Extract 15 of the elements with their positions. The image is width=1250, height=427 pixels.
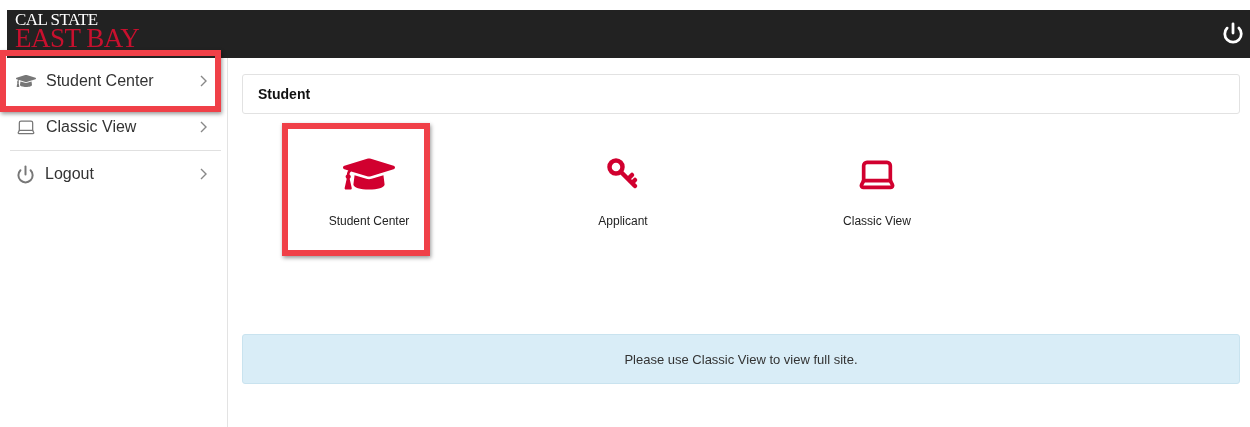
app-tile[interactable]: Student Center bbox=[242, 120, 496, 248]
app-tile[interactable]: Applicant bbox=[496, 120, 750, 248]
sidebar-item[interactable]: Logout bbox=[10, 151, 221, 197]
section-header: Student bbox=[242, 74, 1240, 114]
power-icon bbox=[16, 164, 35, 184]
chevron-icon bbox=[200, 121, 207, 133]
sidebar-item[interactable]: Student Center bbox=[10, 58, 221, 104]
logout-button[interactable] bbox=[1222, 22, 1244, 44]
key-icon bbox=[606, 157, 640, 191]
info-notice: Please use Classic View to view full site. bbox=[242, 334, 1240, 384]
power-icon bbox=[1222, 22, 1244, 44]
app-tile[interactable]: Classic View bbox=[750, 120, 1004, 248]
logo: CAL STATE EAST BAY bbox=[15, 10, 140, 51]
chevron-icon bbox=[200, 75, 207, 87]
chevron-icon bbox=[200, 168, 207, 180]
